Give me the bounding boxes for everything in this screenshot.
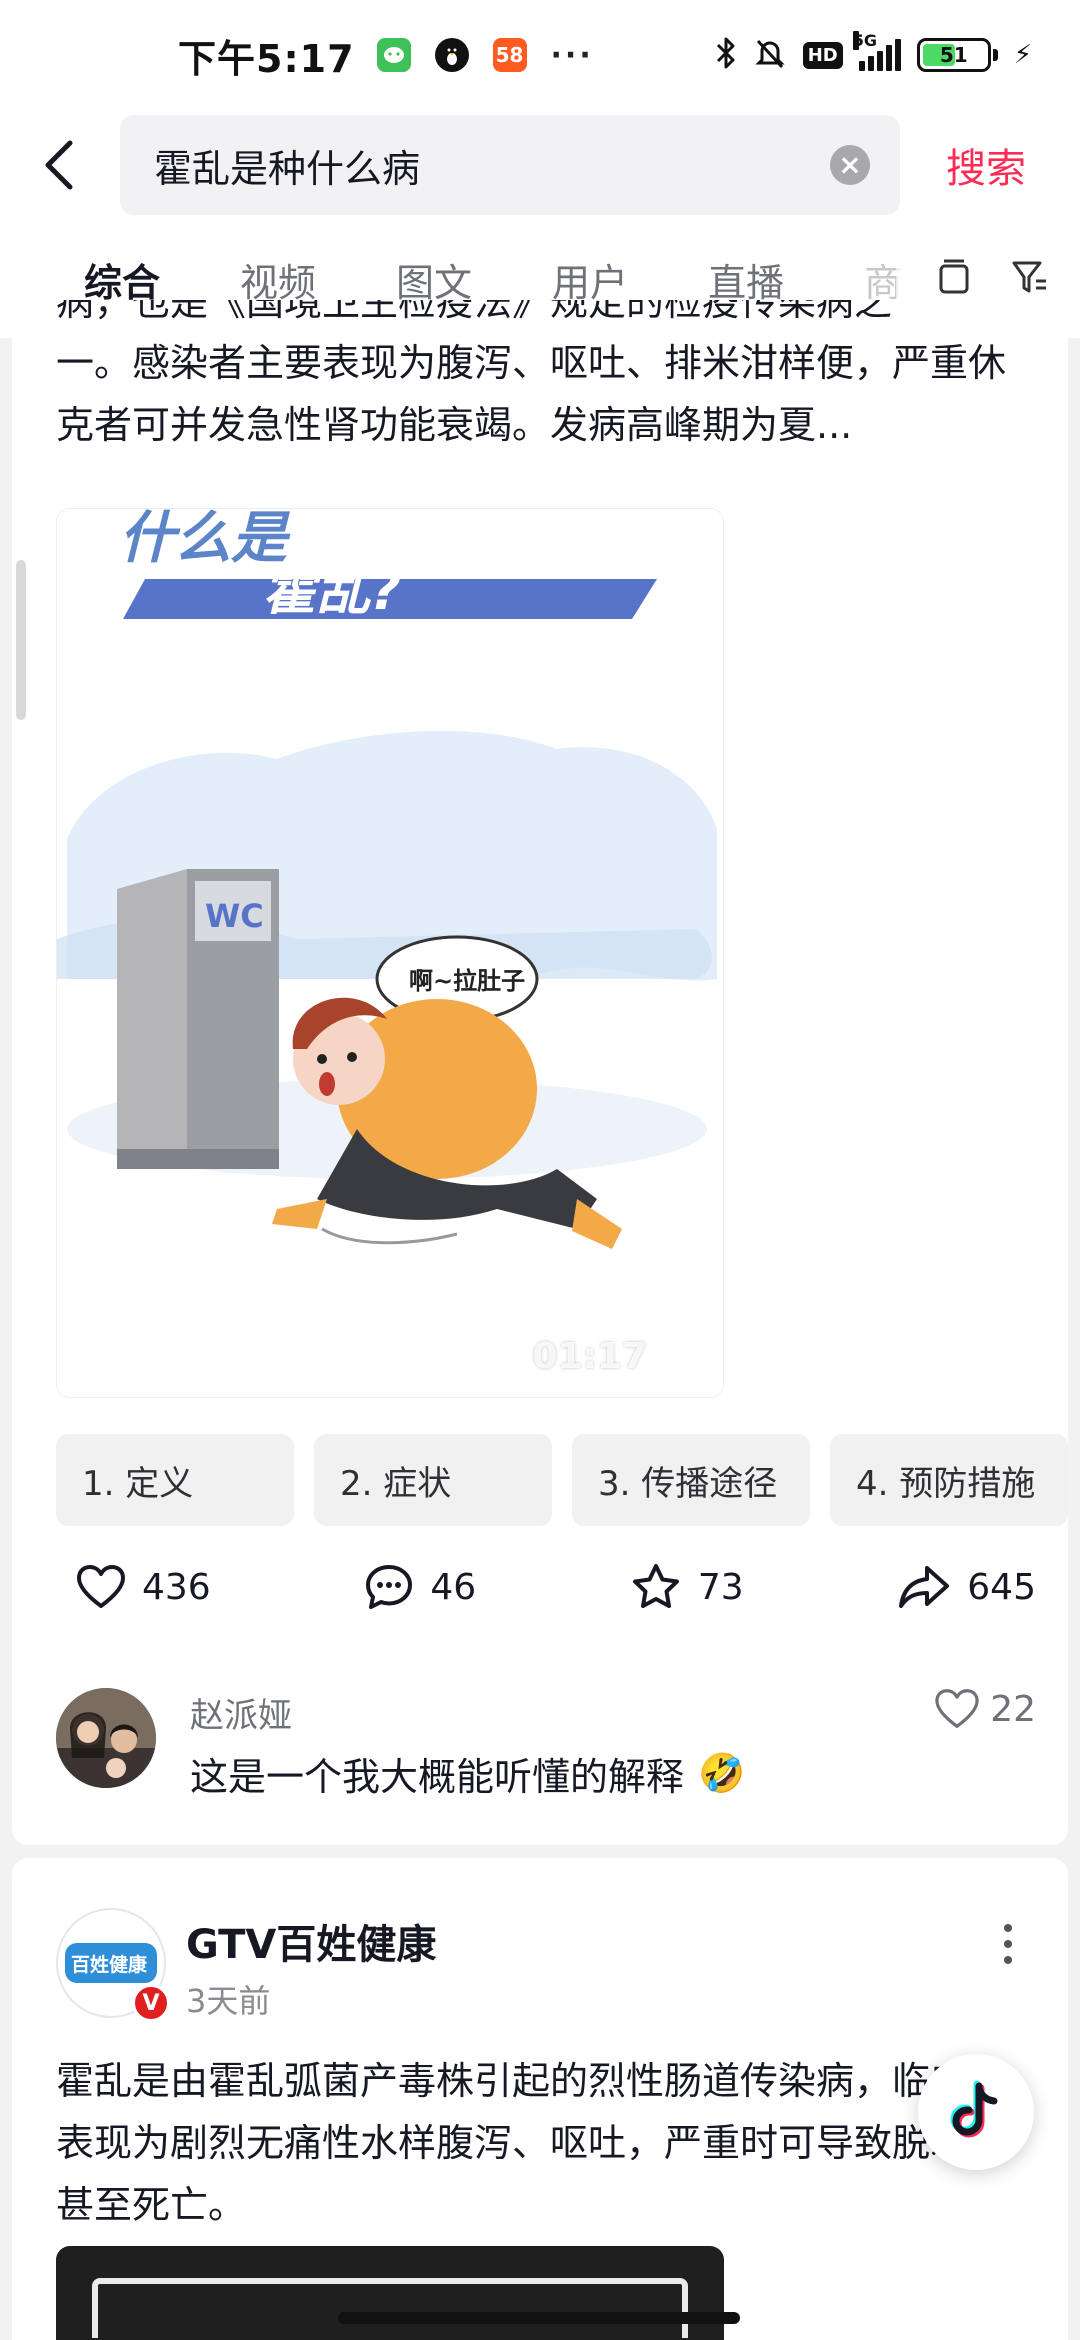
back-arrow-icon [45,140,73,190]
tab-image-text[interactable]: 图文 [396,252,472,307]
star-icon [632,1564,679,1608]
cover-title-line2: 霍乱? [262,559,401,622]
author-avatar[interactable]: 百姓健康 V [56,1908,170,2022]
58-app-icon: 58 [492,38,527,72]
favorite-count: 73 [697,1566,744,1608]
tab-users[interactable]: 用户 [552,252,628,307]
search-button[interactable]: 搜索 [946,136,1026,194]
search-input[interactable]: 霍乱是种什么病 × [120,115,900,215]
post-description[interactable]: 霍乱是由霍乱弧菌产毒株引起的烈性肠道传染病，临床表现为剧烈无痛性水样腹泻、呕吐，… [56,2050,976,2236]
qq-penguin-icon [434,38,469,72]
post-description[interactable]: 一。感染者主要表现为腹泻、呕吐、排米泔样便，严重休克者可并发急性肾功能衰竭。发病… [56,332,1016,456]
video-duration: 01:17 [532,1336,693,1377]
notification-icons: 58 ··· [376,37,594,73]
douyin-logo-icon [950,2080,998,2138]
author-name[interactable]: GTV百姓健康 [186,1912,436,1970]
douyin-float-button[interactable] [918,2054,1034,2170]
layout-toggle-icon[interactable] [936,257,972,301]
video-thumbnail[interactable] [56,2246,724,2340]
verified-badge: V [132,1984,170,2022]
search-result-card[interactable]: 病，也是《国境卫生检疫法》规定的检疫传染病之 一。感染者主要表现为腹泻、呕吐、排… [12,300,1068,1845]
comment-like-count: 22 [990,1688,1036,1730]
like-button[interactable]: 436 [76,1562,211,1612]
back-button[interactable] [0,115,120,215]
wc-sign-text: WC [205,897,264,935]
commenter-avatar[interactable] [56,1688,156,1788]
play-icon [663,1340,689,1373]
search-result-card[interactable]: 百姓健康 V GTV百姓健康 3天前 霍乱是由霍乱弧菌产毒株引起的烈性肠道传染病… [12,1858,1068,2340]
post-time: 3天前 [186,1982,271,2020]
battery-percent: 51 [939,43,968,67]
charging-icon: ⚡ [1013,40,1032,70]
video-thumbnail[interactable]: 什么是 霍乱? WC 啊~拉肚子 01:17 [56,508,724,1398]
engagement-bar: 436 46 73 645 [76,1562,1036,1612]
bluetooth-icon [715,36,737,74]
post-description-partial: 病，也是《国境卫生检疫法》规定的检疫传染病之 [56,300,893,324]
comment-bubble-icon [366,1565,413,1609]
mute-bell-icon [753,36,787,74]
favorite-button[interactable]: 73 [630,1562,744,1612]
like-count: 436 [142,1566,211,1608]
heart-icon [935,1689,979,1728]
commenter-name[interactable]: 赵派娅 [190,1688,292,1737]
comment-count: 46 [430,1566,477,1608]
filter-icon[interactable] [1010,257,1050,301]
battery-cap [992,49,998,61]
logo-text: 百姓健康 [71,1953,148,1976]
search-header: 霍乱是种什么病 × 搜索 [0,110,1080,220]
chapter-chip-transmission[interactable]: 3. 传播途径 [572,1434,810,1526]
video-cover-illustration: 什么是 霍乱? WC 啊~拉肚子 [57,509,723,1397]
search-query[interactable]: 霍乱是种什么病 [154,138,830,193]
signal-icon: 5G [852,31,901,71]
comment-text: 这是一个我大概能听懂的解释 [190,1755,685,1799]
clear-icon[interactable]: × [830,145,870,185]
chapter-chips: 1. 定义 2. 症状 3. 传播途径 4. 预防措施 [56,1434,1068,1526]
home-indicator[interactable] [338,2312,740,2324]
status-bar: 下午5:17 58 ··· HD 5G 51 ⚡ [0,0,1080,110]
status-time: 下午5:17 [178,36,355,81]
scrollbar[interactable] [16,560,26,720]
chapter-chip-definition[interactable]: 1. 定义 [56,1434,294,1526]
speech-bubble-text: 啊~拉肚子 [409,967,525,995]
share-count: 645 [967,1566,1036,1608]
tab-comprehensive[interactable]: 综合 [84,252,160,307]
tab-live[interactable]: 直播 [708,252,784,307]
battery-icon: 51 [916,38,991,72]
comment-body: 这是一个我大概能听懂的解释 🤣 [190,1746,745,1801]
heart-icon [77,1565,125,1608]
laughing-emoji-icon: 🤣 [698,1751,746,1795]
wechat-icon [376,38,411,72]
hd-voice-icon: HD [802,41,843,69]
top-comment[interactable]: 赵派娅 这是一个我大概能听懂的解释 🤣 22 [56,1688,1036,1801]
more-options-icon[interactable] [988,1914,1028,1974]
comment-button[interactable]: 46 [364,1562,476,1612]
comment-like-button[interactable]: 22 [934,1688,1036,1730]
network-type-label: 5G [852,31,877,50]
chapter-chip-prevention[interactable]: 4. 预防措施 [830,1434,1068,1526]
share-button[interactable]: 645 [897,1562,1036,1612]
duration-text: 01:17 [532,1336,647,1377]
chapter-chip-symptoms[interactable]: 2. 症状 [314,1434,552,1526]
tab-video[interactable]: 视频 [240,252,316,307]
more-notifications-icon: ··· [550,37,594,73]
share-arrow-icon [899,1566,950,1608]
